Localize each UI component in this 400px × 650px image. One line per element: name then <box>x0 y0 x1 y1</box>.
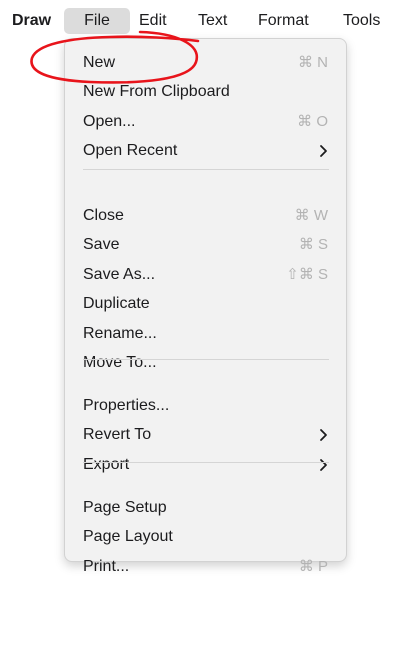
menu-item-label: Save As... <box>83 265 156 283</box>
menu-item-label: Close <box>83 207 124 224</box>
menu-item-move-to[interactable]: Move To... <box>65 349 348 377</box>
menu-item-save[interactable]: Save ⌘ S <box>65 231 348 259</box>
chevron-right-icon <box>320 458 327 471</box>
menu-item-shortcut: ⌘ S <box>298 236 328 254</box>
menu-item-page-layout[interactable]: Page Layout <box>65 523 348 551</box>
menu-bar-format[interactable]: Format <box>258 10 309 32</box>
menu-item-print[interactable]: Print... ⌘ P <box>65 553 348 581</box>
menu-bar-tools[interactable]: Tools <box>343 10 380 32</box>
menu-bar: Draw File Edit Text Format Tools <box>0 0 400 40</box>
file-menu-dropdown: New ⌘ N New From Clipboard Open... ⌘ O Open R… <box>64 38 348 575</box>
menu-bar-edit[interactable]: Edit <box>139 10 167 32</box>
menu-item-properties[interactable]: Properties... <box>65 392 348 420</box>
menu-item-revert-to[interactable]: Revert To <box>65 421 348 449</box>
menu-item-label: Open... <box>83 112 136 130</box>
menu-item-label: Print... <box>83 557 130 575</box>
menu-item-label: New <box>83 54 116 71</box>
menu-item-shortcut: ⌘ W <box>294 207 328 224</box>
menu-item-new-from-clipboard[interactable]: New From Clipboard <box>65 78 348 106</box>
menu-item-shortcut: ⌘ P <box>298 557 328 575</box>
chevron-right-icon <box>320 429 327 442</box>
menu-separator <box>83 359 329 360</box>
menu-bar-file[interactable]: File <box>64 8 130 34</box>
menu-item-close[interactable]: Close ⌘ W <box>65 202 348 230</box>
menu-item-open-recent[interactable]: Open Recent <box>65 137 348 165</box>
menu-item-shortcut: ⇧⌘ S <box>286 265 328 283</box>
menu-item-label: Revert To <box>83 426 152 444</box>
menu-bar-text[interactable]: Text <box>198 10 227 32</box>
menu-item-label: Rename... <box>83 324 157 342</box>
menu-item-label: Duplicate <box>83 295 150 313</box>
menu-item-label: Properties... <box>83 397 170 414</box>
menu-item-label: Move To... <box>83 354 157 371</box>
menu-item-save-as[interactable]: Save As... ⇧⌘ S <box>65 261 348 289</box>
menu-item-new[interactable]: New ⌘ N <box>65 49 348 77</box>
menu-separator <box>83 169 329 170</box>
menu-item-duplicate[interactable]: Duplicate <box>65 290 348 318</box>
menu-item-label: Open Recent <box>83 142 178 160</box>
menu-bar-app-name[interactable]: Draw <box>12 10 51 32</box>
menu-item-label: New From Clipboard <box>83 83 230 101</box>
menu-item-rename[interactable]: Rename... <box>65 320 348 348</box>
chevron-right-icon <box>320 145 327 158</box>
menu-item-label: Export <box>83 455 130 473</box>
menu-separator <box>83 462 329 463</box>
menu-item-page-setup[interactable]: Page Setup <box>65 494 348 522</box>
menu-item-shortcut: ⌘ O <box>297 112 328 130</box>
menu-item-label: Save <box>83 236 120 254</box>
menu-item-export[interactable]: Export <box>65 451 348 479</box>
menu-item-label: Page Layout <box>83 528 173 546</box>
menu-item-label: Page Setup <box>83 499 167 516</box>
menu-item-shortcut: ⌘ N <box>298 54 328 71</box>
menu-item-open[interactable]: Open... ⌘ O <box>65 108 348 136</box>
